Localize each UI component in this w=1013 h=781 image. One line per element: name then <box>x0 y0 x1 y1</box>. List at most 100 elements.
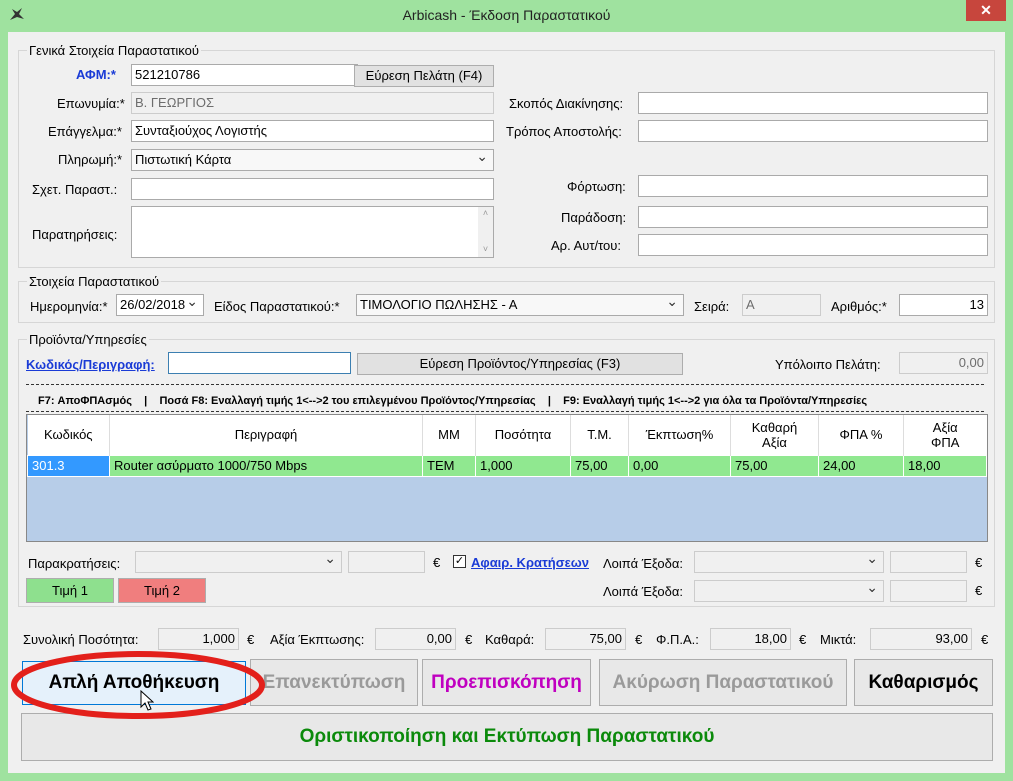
delivery-input[interactable] <box>638 206 988 228</box>
table-row[interactable]: 301.3 Router ασύρματο 1000/750 Mbps TEM … <box>27 454 987 477</box>
balance-input: 0,00 <box>899 352 988 374</box>
euro-1: € <box>433 555 441 570</box>
row-unit[interactable]: TEM <box>422 454 476 477</box>
gross-total-value: 93,00 <box>870 628 972 650</box>
col-unit[interactable]: ΜΜ <box>422 415 476 455</box>
euro-3: € <box>975 583 983 598</box>
row-vat-percent[interactable]: 24,00 <box>818 454 904 477</box>
cancel-document-button[interactable]: Ακύρωση Παραστατικού <box>599 659 847 706</box>
row-quantity[interactable]: 1,000 <box>475 454 571 477</box>
profession-input[interactable]: Συνταξιούχος Λογιστής <box>131 120 494 142</box>
clear-button[interactable]: Καθαρισμός <box>854 659 993 706</box>
col-description[interactable]: Περιγραφή <box>109 415 423 455</box>
col-vat-percent[interactable]: ΦΠΑ % <box>818 415 904 455</box>
afm-input[interactable]: 521210786 <box>131 64 358 86</box>
general-group-title: Γενικά Στοιχεία Παραστατικού <box>27 43 201 58</box>
notes-scrollbar[interactable]: ˄ ˅ <box>478 207 493 257</box>
number-label: Αριθμός:* <box>831 299 887 314</box>
balance-label: Υπόλοιπο Πελάτη: <box>775 357 881 372</box>
payment-select[interactable]: Πιστωτική Κάρτα <box>131 149 494 171</box>
net-total-value: 75,00 <box>545 628 626 650</box>
products-grid[interactable]: Κωδικός Περιγραφή ΜΜ Ποσότητα Τ.Μ. Έκπτω… <box>26 414 988 542</box>
name-input[interactable]: Β. ΓΕΩΡΓΙΟΣ <box>131 92 494 114</box>
series-input[interactable]: A <box>742 294 821 316</box>
euro-gross: € <box>981 632 989 647</box>
discount-total-label: Αξία Έκπτωσης: <box>270 632 365 647</box>
payment-label: Πληρωμή:* <box>58 152 123 167</box>
shipping-label: Τρόπος Αποστολής: <box>506 124 622 139</box>
withholding-select[interactable] <box>135 551 342 573</box>
shipping-input[interactable] <box>638 120 988 142</box>
afm-label: ΑΦΜ:* <box>76 67 116 82</box>
find-customer-button[interactable]: Εύρεση Πελάτη (F4) <box>354 65 494 87</box>
purpose-label: Σκοπός Διακίνησης: <box>509 96 624 111</box>
col-quantity[interactable]: Ποσότητα <box>475 415 571 455</box>
deduct-checkbox[interactable]: ✓ <box>453 555 466 568</box>
code-search-input[interactable] <box>168 352 351 374</box>
euro-2: € <box>975 555 983 570</box>
doc-type-select[interactable]: ΤΙΜΟΛΟΓΙΟ ΠΩΛΗΣΗΣ - Α <box>356 294 684 316</box>
notes-label: Παρατηρήσεις: <box>32 227 118 242</box>
row-discount[interactable]: 0,00 <box>628 454 731 477</box>
document-group-title: Στοιχεία Παραστατικού <box>27 274 162 289</box>
doc-type-label: Είδος Παραστατικού:* <box>214 299 340 314</box>
price1-button[interactable]: Τιμή 1 <box>26 578 114 603</box>
loading-label: Φόρτωση: <box>567 179 626 194</box>
total-qty-label: Συνολική Ποσότητα: <box>23 632 139 647</box>
euro-discount: € <box>465 632 473 647</box>
reprint-button[interactable]: Επανεκτύπωση <box>250 659 418 706</box>
code-search-link[interactable]: Κωδικός/Περιγραφή: <box>26 357 155 372</box>
notes-textarea[interactable] <box>131 206 494 258</box>
other-exp2-select[interactable] <box>694 580 884 602</box>
related-doc-input[interactable] <box>131 178 494 200</box>
other-exp2-amount <box>890 580 967 602</box>
row-code[interactable]: 301.3 <box>27 454 110 477</box>
date-label: Ημερομηνία:* <box>30 299 108 314</box>
products-group-title: Προϊόντα/Υπηρεσίες <box>27 332 149 347</box>
preview-button[interactable]: Προεπισκόπηση <box>422 659 591 706</box>
name-label: Επωνυμία:* <box>57 96 125 111</box>
row-vat-value[interactable]: 18,00 <box>903 454 987 477</box>
other-exp1-select[interactable] <box>694 551 884 573</box>
col-net-value[interactable]: Καθαρή Αξία <box>730 415 819 455</box>
total-qty-value: 1,000 <box>158 628 239 650</box>
other-exp1-amount <box>890 551 967 573</box>
price2-button[interactable]: Τιμή 2 <box>118 578 206 603</box>
withholding-label: Παρακρατήσεις: <box>28 556 121 571</box>
vat-total-value: 18,00 <box>710 628 791 650</box>
date-picker[interactable]: 26/02/2018 <box>116 294 204 316</box>
col-unit-price[interactable]: Τ.Μ. <box>570 415 629 455</box>
euro-qty: € <box>247 632 255 647</box>
col-vat-value[interactable]: Αξία ΦΠΑ <box>904 415 987 455</box>
vehicle-input[interactable] <box>638 234 988 256</box>
row-net-value[interactable]: 75,00 <box>730 454 819 477</box>
shortcut-hints: F7: ΑποΦΠΑσμός | Ποσά F8: Εναλλαγή τιμής… <box>38 395 868 407</box>
profession-label: Επάγγελμα:* <box>48 124 122 139</box>
col-code[interactable]: Κωδικός <box>27 415 110 455</box>
row-description[interactable]: Router ασύρματο 1000/750 Mbps <box>109 454 423 477</box>
loading-input[interactable] <box>638 175 988 197</box>
withholding-amount <box>348 551 425 573</box>
close-button[interactable]: ✕ <box>966 0 1006 21</box>
hints-divider-top <box>26 384 984 385</box>
purpose-input[interactable] <box>638 92 988 114</box>
window-title: Arbicash - Έκδοση Παραστατικού <box>402 7 611 23</box>
number-input[interactable]: 13 <box>899 294 988 316</box>
series-label: Σειρά: <box>694 299 730 314</box>
net-total-label: Καθαρά: <box>485 632 535 647</box>
col-discount[interactable]: Έκπτωση% <box>628 415 731 455</box>
find-product-button[interactable]: Εύρεση Προϊόντος/Υπηρεσίας (F3) <box>357 353 683 375</box>
mouse-cursor-icon <box>140 690 154 711</box>
deduct-link[interactable]: Αφαιρ. Κρατήσεων <box>471 555 589 570</box>
other-exp2-label: Λοιπά Έξοδα: <box>603 584 683 599</box>
gross-total-label: Μικτά: <box>820 632 857 647</box>
window-client: Γενικά Στοιχεία Παραστατικού ΑΦΜ:* 52121… <box>8 32 1005 773</box>
vat-total-label: Φ.Π.Α.: <box>656 632 699 647</box>
hints-divider-bottom <box>26 411 984 412</box>
row-unit-price[interactable]: 75,00 <box>570 454 629 477</box>
other-exp1-label: Λοιπά Έξοδα: <box>603 556 683 571</box>
vehicle-label: Αρ. Αυτ/του: <box>551 238 622 253</box>
euro-net: € <box>635 632 643 647</box>
delivery-label: Παράδοση: <box>561 210 627 225</box>
discount-total-value: 0,00 <box>375 628 456 650</box>
